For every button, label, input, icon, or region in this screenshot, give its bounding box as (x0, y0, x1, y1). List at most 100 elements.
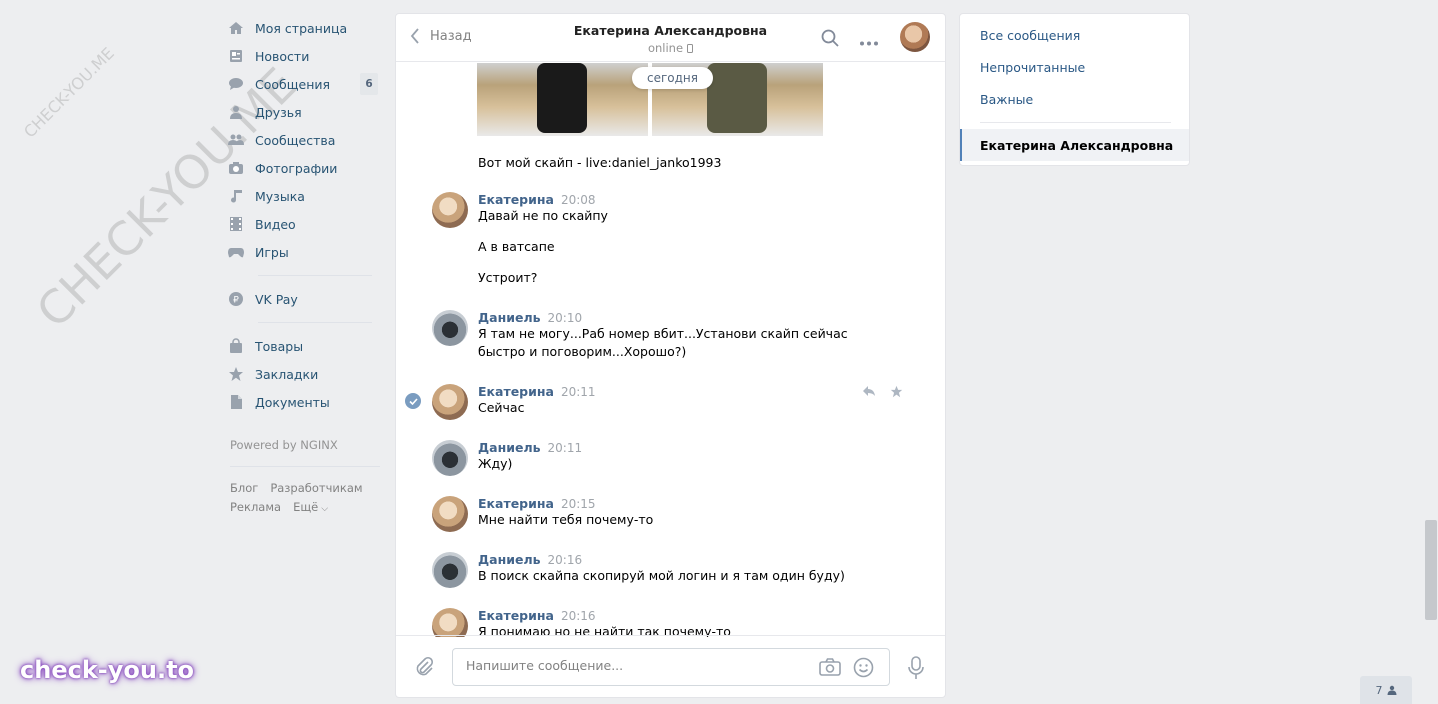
filter-unread[interactable]: Непрочитанные (980, 60, 1085, 75)
search-icon[interactable] (821, 29, 839, 50)
attach-icon[interactable] (414, 656, 434, 681)
message-time[interactable]: 20:15 (561, 497, 596, 511)
filter-divider (980, 122, 1171, 123)
message-time[interactable]: 20:08 (561, 193, 596, 207)
svg-text:₽: ₽ (233, 296, 239, 306)
avatar[interactable] (432, 496, 468, 532)
microphone-icon[interactable] (908, 656, 924, 683)
message-text: Жду) (478, 456, 513, 471)
message-author: Даниель 20:11 (478, 440, 848, 455)
author-name[interactable]: Даниель (478, 552, 541, 567)
avatar[interactable] (432, 384, 468, 420)
chat-header: Назад Екатерина Александровна online (396, 14, 945, 62)
menu-item-friends[interactable]: Друзья (228, 98, 380, 126)
more-icon[interactable] (859, 34, 879, 49)
menu-item-label: Моя страница (255, 20, 348, 36)
peer-avatar[interactable] (900, 22, 930, 52)
avatar[interactable] (432, 608, 468, 637)
peer-status-text: online (647, 41, 684, 55)
reply-icon[interactable] (862, 385, 876, 401)
scrollbar-thumb[interactable] (1425, 520, 1437, 620)
mobile-icon (687, 43, 694, 53)
message-history[interactable]: сегодня Вот мой скайп - live:daniel_jank… (396, 63, 945, 637)
unread-count-badge: 6 (360, 73, 378, 95)
link-more-label: Ещё (293, 500, 319, 514)
star-icon[interactable] (890, 385, 903, 401)
menu-divider (258, 322, 372, 323)
link-more[interactable]: Ещё ⌵ (293, 500, 328, 514)
author-name[interactable]: Екатерина (478, 192, 554, 207)
message-text: В поиск скайпа скопируй мой логин и я та… (478, 568, 845, 583)
select-check-icon[interactable] (405, 393, 421, 409)
watermark-small: CHECK-YOU.ME (20, 43, 118, 142)
menu-item-messages[interactable]: Сообщения 6 (228, 70, 380, 98)
message-input[interactable] (466, 658, 806, 673)
message-time[interactable]: 20:16 (561, 609, 596, 623)
menu-item-label: Товары (255, 338, 304, 354)
message-author: Екатерина 20:15 (478, 496, 848, 511)
message-text: Давай не по скайпу (478, 208, 608, 223)
menu-item-bookmarks[interactable]: Закладки (228, 360, 380, 388)
menu-item-goods[interactable]: Товары (228, 332, 380, 360)
message-author: Екатерина 20:16 (478, 608, 848, 623)
message-time[interactable]: 20:10 (548, 311, 583, 325)
message-filters-panel: Все сообщения Непрочитанные Важные Екате… (959, 13, 1190, 166)
message-composer (396, 635, 945, 697)
chevron-down-icon: ⌵ (321, 504, 329, 514)
menu-item-news[interactable]: Новости (228, 42, 380, 70)
avatar[interactable] (432, 440, 468, 476)
author-name[interactable]: Екатерина (478, 496, 554, 511)
menu-item-label: Документы (255, 394, 330, 410)
message-author: Даниель 20:16 (478, 552, 878, 567)
message-author: Екатерина 20:11 (478, 384, 848, 399)
friends-icon (228, 104, 244, 120)
menu-item-label: Новости (255, 48, 310, 64)
message-time[interactable]: 20:16 (548, 553, 583, 567)
menu-item-music[interactable]: Музыка (228, 182, 380, 210)
message-input-box[interactable] (452, 648, 890, 686)
link-ads[interactable]: Реклама (230, 500, 281, 514)
games-icon (228, 244, 244, 260)
camera-icon (228, 160, 244, 176)
author-name[interactable]: Даниель (478, 440, 541, 455)
menu-item-video[interactable]: Видео (228, 210, 380, 238)
left-menu: Моя страница Новости Сообщения 6 Друзья … (228, 14, 380, 519)
avatar[interactable] (432, 192, 468, 228)
music-icon (228, 188, 244, 204)
emoji-icon[interactable] (853, 657, 874, 681)
author-name[interactable]: Екатерина (478, 384, 554, 399)
menu-item-photos[interactable]: Фотографии (228, 154, 380, 182)
message-text: Устроит? (478, 270, 538, 285)
filter-important[interactable]: Важные (980, 92, 1033, 107)
message-time[interactable]: 20:11 (561, 385, 596, 399)
link-blog[interactable]: Блог (230, 481, 258, 495)
menu-item-games[interactable]: Игры (228, 238, 380, 266)
menu-divider (258, 275, 372, 276)
avatar[interactable] (432, 552, 468, 588)
message-author: Даниель 20:10 (478, 310, 878, 325)
menu-item-label: Друзья (255, 104, 302, 120)
message-author: Екатерина 20:08 (478, 192, 848, 207)
video-icon (228, 216, 244, 232)
filter-all-messages[interactable]: Все сообщения (980, 28, 1080, 43)
avatar[interactable] (432, 310, 468, 346)
menu-item-label: VK Pay (255, 291, 298, 307)
author-name[interactable]: Даниель (478, 310, 541, 325)
author-name[interactable]: Екатерина (478, 608, 554, 623)
message-text: А в ватсапе (478, 239, 555, 254)
message-text: Вот мой скайп - live:daniel_janko1993 (478, 155, 722, 170)
message-text: Сейчас (478, 400, 525, 415)
menu-item-vk-pay[interactable]: ₽ VK Pay (228, 285, 380, 313)
menu-item-my-page[interactable]: Моя страница (228, 14, 380, 42)
menu-item-communities[interactable]: Сообщества (228, 126, 380, 154)
photo-attachment[interactable] (477, 63, 648, 136)
camera-icon[interactable] (819, 658, 841, 679)
menu-item-documents[interactable]: Документы (228, 388, 380, 416)
chat-panel: Назад Екатерина Александровна online сег… (395, 13, 946, 698)
brand-watermark: check-you.to (20, 656, 195, 684)
messages-icon (228, 76, 244, 92)
active-conversation[interactable]: Екатерина Александровна (960, 129, 1189, 161)
online-friends-widget[interactable]: 7 (1360, 676, 1412, 704)
link-developers[interactable]: Разработчикам (270, 481, 362, 495)
message-time[interactable]: 20:11 (548, 441, 583, 455)
